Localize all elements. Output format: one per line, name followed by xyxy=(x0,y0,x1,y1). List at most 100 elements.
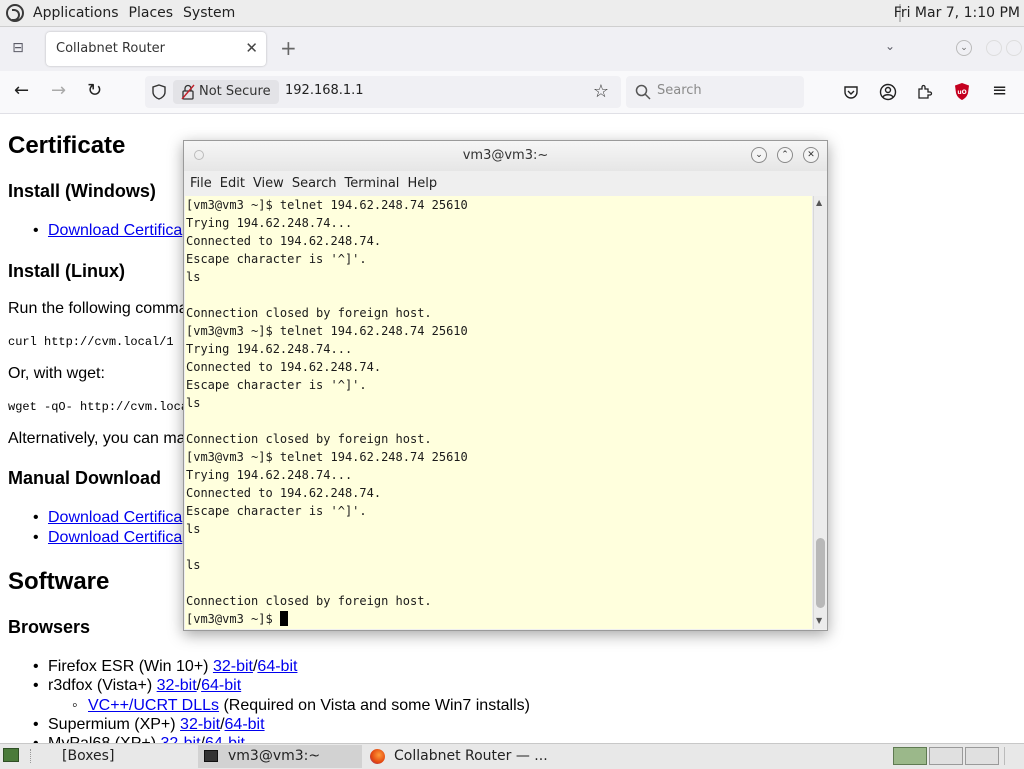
terminal-line: Connection closed by foreign host. xyxy=(186,306,432,320)
download-certificate-link[interactable]: Download Certifica xyxy=(48,509,182,526)
close-icon[interactable]: ✕ xyxy=(803,147,819,163)
insecure-lock-icon xyxy=(181,84,195,100)
terminal-scrollbar[interactable]: ▲ ▼ xyxy=(813,196,827,629)
terminal-prompt-line[interactable]: [vm3@vm3 ~]$ xyxy=(185,610,812,628)
sub-note: (Required on Vista and some Win7 install… xyxy=(219,697,530,714)
64-bit-link[interactable]: 64-bit xyxy=(257,658,297,675)
pocket-icon[interactable] xyxy=(843,84,859,100)
terminal-title: vm3@vm3:~ xyxy=(462,148,549,163)
places-menu[interactable]: Places xyxy=(124,5,179,21)
not-secure-badge[interactable]: Not Secure xyxy=(173,80,279,104)
or-wget-text: Or, with wget: xyxy=(8,365,105,382)
browser-list-item: Firefox ESR (Win 10+) 32-bit/64-bit xyxy=(33,658,297,676)
terminal-window[interactable]: vm3@vm3:~ ⌄ ⌃ ✕ File Edit View Search Te… xyxy=(183,140,828,631)
menu-file[interactable]: File xyxy=(184,176,212,191)
menu-search[interactable]: Search xyxy=(286,176,337,191)
terminal-titlebar[interactable]: vm3@vm3:~ ⌄ ⌃ ✕ xyxy=(184,141,827,171)
terminal-output: [vm3@vm3 ~]$ telnet 194.62.248.74 25610 T… xyxy=(185,196,812,610)
system-menu[interactable]: System xyxy=(178,5,240,21)
64-bit-link[interactable]: 64-bit xyxy=(205,735,245,743)
ublock-origin-icon[interactable]: uO xyxy=(954,82,970,101)
task-boxes[interactable]: [Boxes] xyxy=(56,745,202,768)
64-bit-link[interactable]: 64-bit xyxy=(225,716,265,733)
list-item: Download Certifica xyxy=(33,222,182,240)
32-bit-link[interactable]: 32-bit xyxy=(180,716,220,733)
list-all-tabs-icon[interactable]: ⌄ xyxy=(885,39,895,53)
scroll-up-arrow-icon[interactable]: ▲ xyxy=(816,198,822,207)
32-bit-link[interactable]: 32-bit xyxy=(160,735,200,743)
browser-name: MyPal68 (XP+) xyxy=(48,735,160,743)
64-bit-link[interactable]: 64-bit xyxy=(201,677,241,694)
terminal-icon xyxy=(204,750,218,762)
firefox-icon xyxy=(370,749,385,764)
terminal-line: Escape character is '^]'. xyxy=(186,252,367,266)
alternatively-text: Alternatively, you can ma xyxy=(8,430,186,447)
menu-view[interactable]: View xyxy=(247,176,284,191)
url-text[interactable]: 192.168.1.1 xyxy=(285,83,364,98)
back-arrow-icon[interactable]: ← xyxy=(14,81,29,101)
trash-icon[interactable] xyxy=(1004,747,1021,765)
scrollbar-thumb[interactable] xyxy=(816,538,825,608)
maximize-window-icon[interactable] xyxy=(986,40,1002,56)
workspace-3[interactable] xyxy=(965,747,999,765)
maximize-icon[interactable]: ⌃ xyxy=(777,147,793,163)
terminal-line: ls xyxy=(186,396,201,410)
close-window-icon[interactable] xyxy=(1006,40,1022,56)
tab-title: Collabnet Router xyxy=(56,41,166,56)
download-certificate-link[interactable]: Download Certifica xyxy=(48,222,182,239)
browser-list-item: MyPal68 (XP+) 32-bit/64-bit xyxy=(33,735,245,743)
search-icon xyxy=(635,84,651,100)
terminal-line: Connected to 194.62.248.74. xyxy=(186,486,382,500)
32-bit-link[interactable]: 32-bit xyxy=(157,677,197,694)
text-cursor xyxy=(279,611,288,626)
minimize-icon[interactable]: ⌄ xyxy=(751,147,767,163)
workspace-1[interactable] xyxy=(893,747,927,765)
show-desktop-icon[interactable] xyxy=(3,748,19,762)
extensions-puzzle-icon[interactable] xyxy=(916,83,933,100)
tab-list-icon[interactable]: ⊟ xyxy=(9,40,27,56)
terminal-line: Connection closed by foreign host. xyxy=(186,432,432,446)
clock[interactable]: Fri Mar 7, 1:10 PM xyxy=(894,5,1020,21)
bookmark-star-icon[interactable]: ☆ xyxy=(593,81,609,102)
applications-menu[interactable]: Applications xyxy=(28,5,124,21)
heading-software: Software xyxy=(8,568,110,595)
terminal-line: Escape character is '^]'. xyxy=(186,504,367,518)
menu-help[interactable]: Help xyxy=(401,176,437,191)
curl-command: curl http://cvm.local/1 xyxy=(8,335,174,349)
account-icon[interactable] xyxy=(879,83,897,101)
tab-collabnet-router[interactable]: Collabnet Router ✕ xyxy=(46,32,266,66)
terminal-line: [vm3@vm3 ~]$ telnet 194.62.248.74 25610 xyxy=(186,450,468,464)
heading-browsers: Browsers xyxy=(8,617,91,637)
terminal-screen[interactable]: [vm3@vm3 ~]$ telnet 194.62.248.74 25610 T… xyxy=(185,196,812,629)
task-terminal[interactable]: vm3@vm3:~ xyxy=(198,745,362,768)
forward-arrow-icon[interactable]: → xyxy=(51,81,66,101)
shield-icon[interactable] xyxy=(151,84,167,100)
minimize-window-icon[interactable]: ⌄ xyxy=(956,40,972,56)
task-firefox[interactable]: Collabnet Router — ... xyxy=(364,745,664,768)
close-tab-icon[interactable]: ✕ xyxy=(245,39,258,57)
terminal-menubar: File Edit View Search Terminal Help xyxy=(184,171,827,195)
menu-terminal[interactable]: Terminal xyxy=(338,176,399,191)
scroll-down-arrow-icon[interactable]: ▼ xyxy=(816,616,822,625)
url-bar[interactable]: Not Secure 192.168.1.1 ☆ xyxy=(145,76,621,108)
heading-manual-download: Manual Download xyxy=(8,468,161,488)
terminal-line: Connected to 194.62.248.74. xyxy=(186,234,382,248)
reload-icon[interactable]: ↻ xyxy=(87,81,102,101)
navigation-toolbar: ← → ↻ Not Secure 192.168.1.1 ☆ Search uO… xyxy=(0,71,1024,114)
browser-tab-bar: ⊟ Collabnet Router ✕ + ⌄ ⌄ xyxy=(0,27,1024,71)
hamburger-menu-icon[interactable]: ≡ xyxy=(992,81,1007,101)
vc-ucrt-dlls-link[interactable]: VC++/UCRT DLLs xyxy=(88,697,219,714)
new-tab-button[interactable]: + xyxy=(280,36,297,60)
32-bit-link[interactable]: 32-bit xyxy=(213,658,253,675)
sub-list-item: VC++/UCRT DLLs (Required on Vista and so… xyxy=(72,697,530,715)
prompt: [vm3@vm3 ~]$ xyxy=(186,612,280,626)
search-input[interactable]: Search xyxy=(626,76,804,108)
menu-edit[interactable]: Edit xyxy=(214,176,245,191)
distro-logo-icon[interactable] xyxy=(6,4,24,22)
workspace-2[interactable] xyxy=(929,747,963,765)
bottom-taskbar: [Boxes] vm3@vm3:~ Collabnet Router — ... xyxy=(0,743,1024,769)
top-panel: Applications Places System Fri Mar 7, 1:… xyxy=(0,0,1024,27)
download-certificate-link[interactable]: Download Certifica xyxy=(48,529,182,546)
